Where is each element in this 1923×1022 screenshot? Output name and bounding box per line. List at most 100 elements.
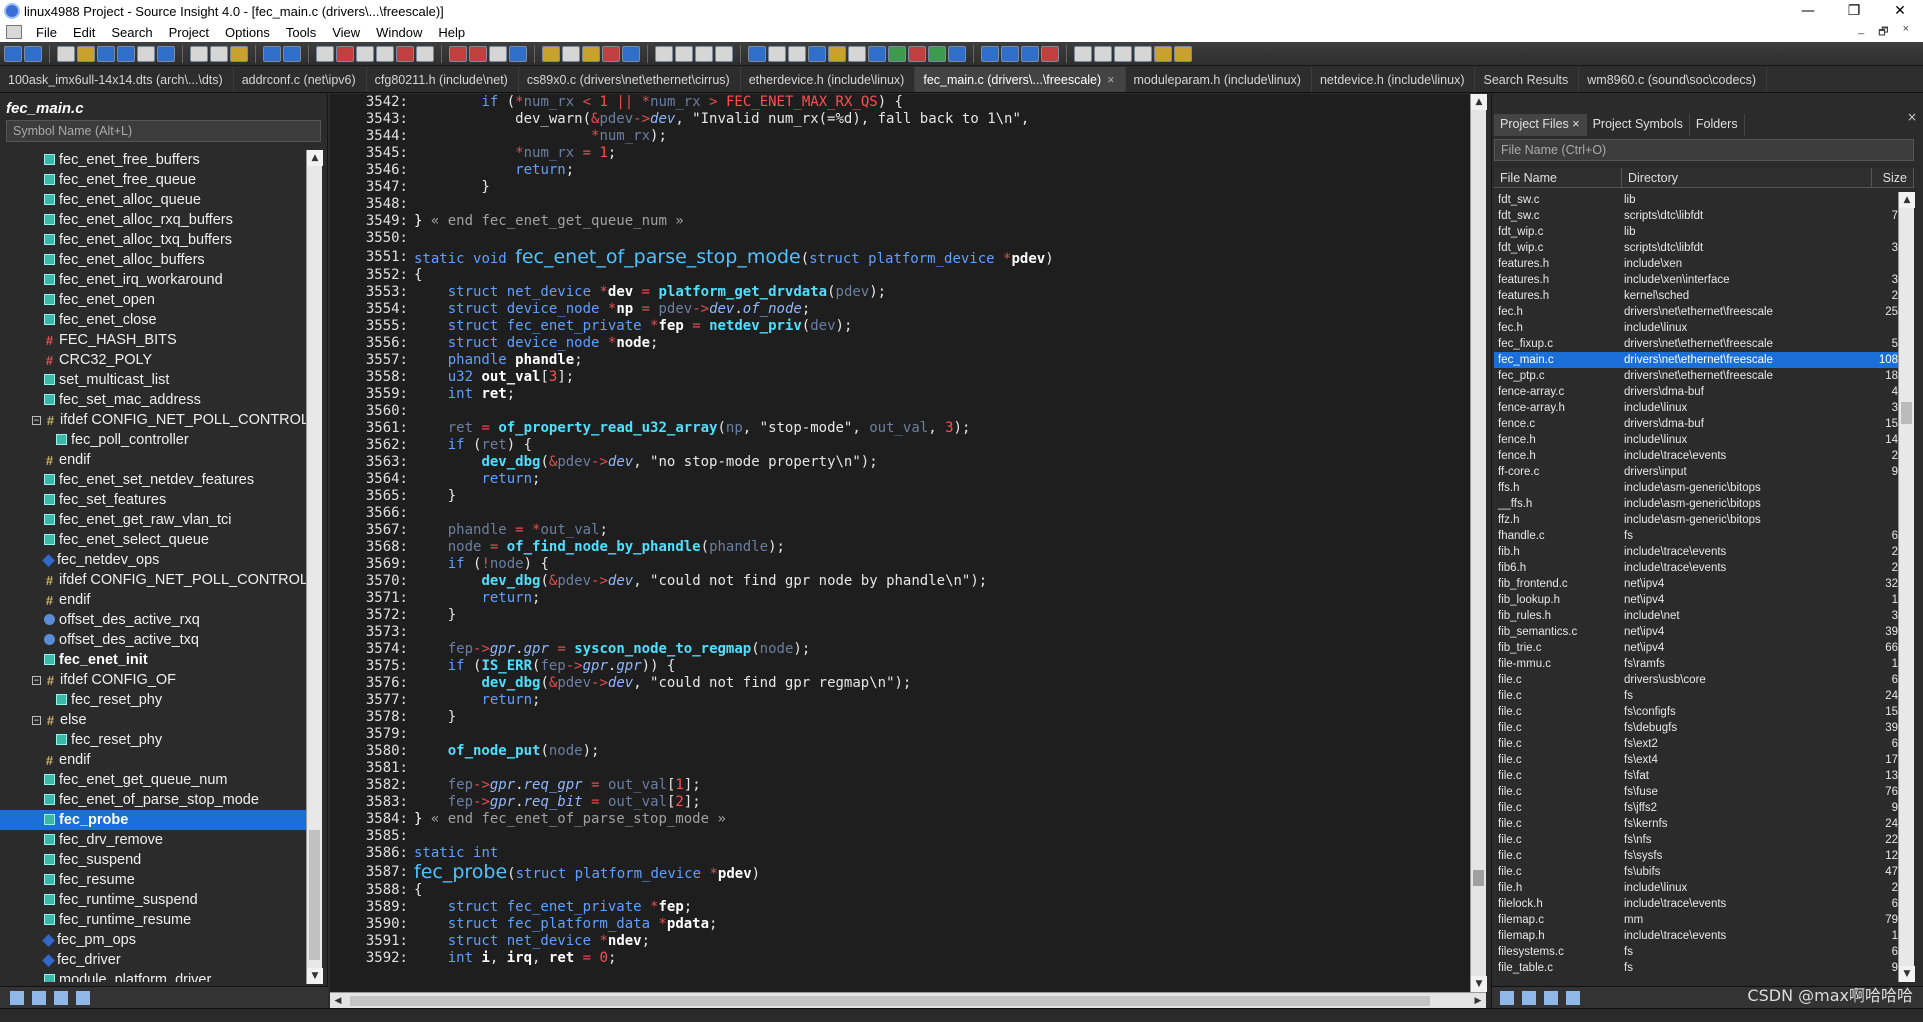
code-line[interactable]: 3572: } [330, 607, 1450, 624]
symbol-item[interactable]: fec_runtime_resume [0, 910, 306, 930]
code-line[interactable]: 3548: [330, 196, 1450, 213]
code-line[interactable]: 3564: return; [330, 471, 1450, 488]
symbol-item[interactable]: # FEC_HASH_BITS [0, 330, 306, 350]
grid-icon[interactable] [928, 45, 946, 62]
file-row[interactable]: file.c fs\ext2 6 [1494, 736, 1898, 752]
file-row[interactable]: features.h kernel\sched 2 [1494, 288, 1898, 304]
code-line[interactable]: 3579: [330, 726, 1450, 743]
file-row[interactable]: file.c fs\fuse 76 [1494, 784, 1898, 800]
file-row[interactable]: features.h include\xen [1494, 256, 1898, 272]
file-row[interactable]: fec_ptp.c drivers\net\ethernet\freescale 1… [1494, 368, 1898, 384]
file-row[interactable]: fib_semantics.c net\ipv4 39 [1494, 624, 1898, 640]
menu-tools[interactable]: Tools [278, 25, 324, 40]
file-row[interactable]: fdt_sw.c lib [1494, 192, 1898, 208]
code-line[interactable]: 3585: [330, 828, 1450, 845]
format-a-icon[interactable] [1074, 45, 1092, 62]
tab-file[interactable]: Search Results [1475, 67, 1580, 92]
settings-icon[interactable] [1566, 990, 1580, 1005]
menu-view[interactable]: View [324, 25, 368, 40]
maximize-button[interactable]: ❐ [1831, 0, 1877, 22]
code-line[interactable]: 3555: struct fec_enet_private *fep = net… [330, 318, 1450, 335]
file-row[interactable]: file.c fs\sysfs 12 [1494, 848, 1898, 864]
file-row[interactable]: ff-core.c drivers\input 9 [1494, 464, 1898, 480]
file-row[interactable]: fence-array.h include\linux 3 [1494, 400, 1898, 416]
code-line[interactable]: 3558: u32 out_val[3]; [330, 369, 1450, 386]
file-row[interactable]: file.c fs\jffs2 9 [1494, 800, 1898, 816]
symbol-item[interactable]: fec_enet_irq_workaround [0, 270, 306, 290]
file-row[interactable]: fdt_wip.c scripts\dtc\libfdt 3 [1494, 240, 1898, 256]
code-line[interactable]: 3554: struct device_node *np = pdev->dev… [330, 301, 1450, 318]
file-row[interactable]: file.c drivers\usb\core 6 [1494, 672, 1898, 688]
list-icon[interactable] [32, 990, 46, 1005]
symbol-item[interactable]: fec_enet_free_queue [0, 170, 306, 190]
scroll-up-arrow-icon[interactable]: ▲ [1899, 192, 1915, 208]
code-line[interactable]: 3581: [330, 760, 1450, 777]
tree-toggle-icon[interactable]: − [32, 416, 41, 425]
bug-icon[interactable] [908, 45, 926, 62]
file-row[interactable]: fib6.h include\trace\events 2 [1494, 560, 1898, 576]
file-row[interactable]: fec_main.c drivers\net\ethernet\freescale… [1494, 352, 1898, 368]
symbol-item[interactable]: module_platform_driver [0, 970, 306, 982]
symbol-item[interactable]: fec_pm_ops [0, 930, 306, 950]
code-line[interactable]: 3573: [330, 624, 1450, 641]
code-line[interactable]: 3557: phandle phandle; [330, 352, 1450, 369]
symbol-item[interactable]: # CRC32_POLY [0, 350, 306, 370]
code-line[interactable]: 3546: return; [330, 162, 1450, 179]
book-icon[interactable] [582, 45, 600, 62]
symbol-item[interactable]: fec_reset_phy [0, 730, 306, 750]
code-line[interactable]: 3563: dev_dbg(&pdev->dev, "no stop-mode … [330, 454, 1450, 471]
file-row[interactable]: features.h include\xen\interface 3 [1494, 272, 1898, 288]
code-line[interactable]: 3566: [330, 505, 1450, 522]
scroll-down-arrow-icon[interactable]: ▼ [1471, 976, 1487, 992]
symbol-list-scrollbar[interactable]: ▲ ▼ [306, 150, 323, 984]
save-icon[interactable] [97, 45, 115, 62]
symbol-item[interactable]: fec_enet_open [0, 290, 306, 310]
file-row[interactable]: __ffs.h include\asm-generic\bitops [1494, 496, 1898, 512]
scroll-down-arrow-icon[interactable]: ▼ [307, 968, 323, 984]
scroll-left-arrow-icon[interactable]: ◀ [330, 993, 346, 1009]
code-line[interactable]: 3569: if (!node) { [330, 556, 1450, 573]
outline-icon[interactable] [788, 45, 806, 62]
file-row[interactable]: file_table.c fs 9 [1494, 960, 1898, 976]
scrollbar-thumb[interactable] [1901, 402, 1912, 424]
file-row[interactable]: filesystems.c fs 6 [1494, 944, 1898, 960]
file-row[interactable]: fib_frontend.c net\ipv4 32 [1494, 576, 1898, 592]
code-line[interactable]: 3587: fec_probe(struct platform_device *p… [330, 862, 1450, 882]
menu-file[interactable]: File [28, 25, 65, 40]
file-row[interactable]: file.c fs\fat 13 [1494, 768, 1898, 784]
panel-close-icon[interactable]: × [1907, 110, 1917, 124]
delete-icon[interactable] [1041, 45, 1059, 62]
tab-close-icon[interactable]: × [1107, 73, 1114, 87]
menu-help[interactable]: Help [430, 25, 473, 40]
refresh-icon[interactable] [622, 45, 640, 62]
symbol-item[interactable]: fec_set_mac_address [0, 390, 306, 410]
file-row[interactable]: fib_lookup.h net\ipv4 1 [1494, 592, 1898, 608]
code-line[interactable]: 3549:} « end fec_enet_get_queue_num » [330, 213, 1450, 230]
window-icon[interactable] [675, 45, 693, 62]
file-row[interactable]: fdt_sw.c scripts\dtc\libfdt 7 [1494, 208, 1898, 224]
symbol-item[interactable]: fec_enet_free_buffers [0, 150, 306, 170]
copy-icon[interactable] [210, 45, 228, 62]
menu-edit[interactable]: Edit [65, 25, 103, 40]
symbol-item[interactable]: offset_des_active_rxq [0, 610, 306, 630]
code-line[interactable]: 3551: static void fec_enet_of_parse_stop_… [330, 247, 1450, 267]
symbol-item[interactable]: fec_enet_init [0, 650, 306, 670]
document-icon[interactable] [6, 25, 22, 39]
file-row[interactable]: file.c fs\configfs 15 [1494, 704, 1898, 720]
file-row[interactable]: filelock.h include\trace\events 6 [1494, 896, 1898, 912]
code-line[interactable]: 3553: struct net_device *dev = platform_… [330, 284, 1450, 301]
symbol-item[interactable]: fec_enet_get_queue_num [0, 770, 306, 790]
symbol-item[interactable]: fec_probe [0, 810, 306, 830]
code-line[interactable]: 3559: int ret; [330, 386, 1450, 403]
code-line[interactable]: 3588: { [330, 882, 1450, 899]
code-line[interactable]: 3574: fep->gpr.gpr = syscon_node_to_regm… [330, 641, 1450, 658]
file-row[interactable]: filemap.c mm 79 [1494, 912, 1898, 928]
symbol-item[interactable]: # endif [0, 590, 306, 610]
open-folder-icon[interactable] [77, 45, 95, 62]
indent-icon[interactable] [1021, 45, 1039, 62]
symbol-item[interactable]: fec_enet_alloc_txq_buffers [0, 230, 306, 250]
stop-icon[interactable] [489, 45, 507, 62]
folder-icon[interactable] [828, 45, 846, 62]
symbol-item[interactable]: fec_enet_select_queue [0, 530, 306, 550]
doc-restore-button[interactable]: 🗗 [1878, 23, 1888, 42]
